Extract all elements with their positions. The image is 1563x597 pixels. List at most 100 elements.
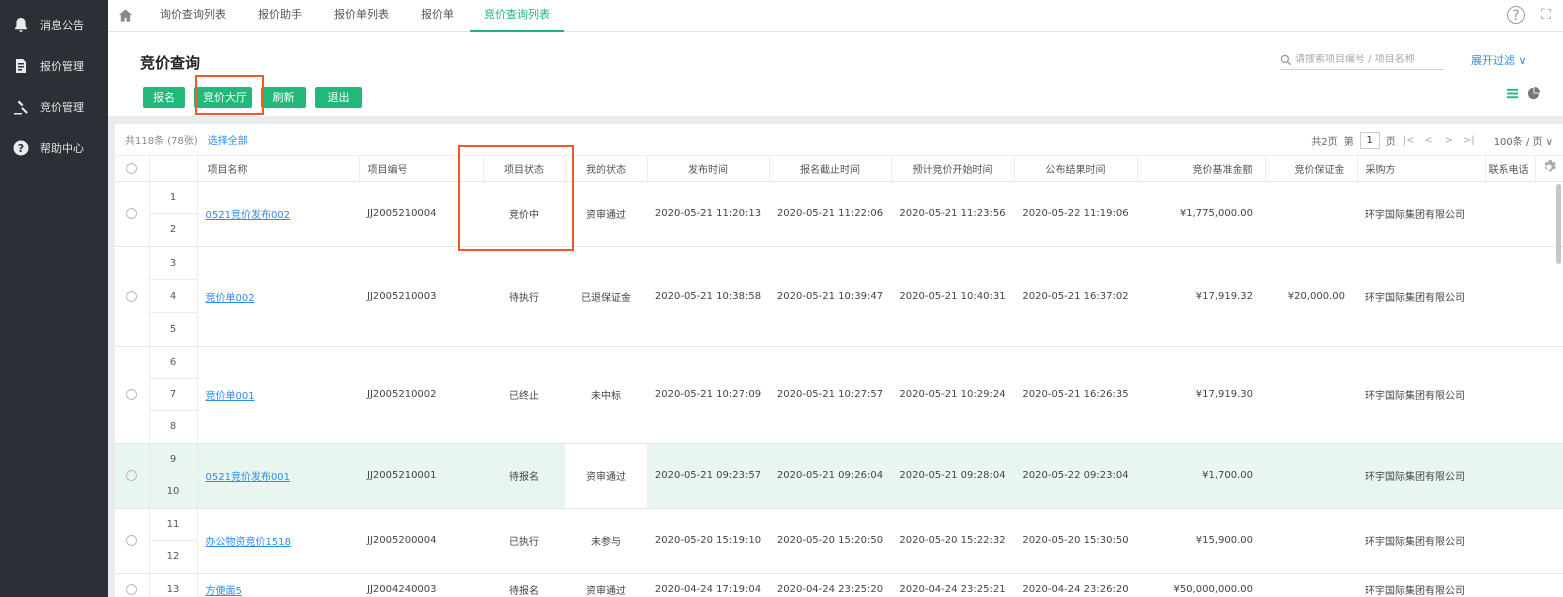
empty-cell <box>1535 346 1563 444</box>
col-header-deposit[interactable]: 竞价保证金 <box>1265 156 1358 182</box>
expected-start-cell: 2020-05-20 15:22:32 <box>891 508 1014 574</box>
row-number: 5 <box>169 323 177 335</box>
row-number-cell: 6 7 8 <box>148 346 198 444</box>
col-header-base-amount[interactable]: 竞价基准金额 <box>1137 156 1266 182</box>
last-page-icon[interactable]: >| <box>1462 135 1476 146</box>
next-page-icon[interactable]: > <box>1442 135 1456 146</box>
col-header-buyer[interactable]: 采购方 <box>1357 156 1486 182</box>
row-radio[interactable] <box>126 290 138 302</box>
project-code-cell: JJ2004240003 <box>359 573 483 597</box>
svg-text:?: ? <box>18 142 24 155</box>
project-name-link[interactable]: 竞价单001 <box>206 391 255 402</box>
tab-quote-sheet[interactable]: 报价单 <box>405 0 470 32</box>
row-radio[interactable] <box>126 584 138 595</box>
tab-bid-query-list[interactable]: 竞价查询列表 <box>470 0 564 32</box>
row-radio[interactable] <box>126 535 138 546</box>
row-radio[interactable] <box>126 208 138 219</box>
col-header-expected-start[interactable]: 预计竞价开始时间 <box>891 156 1015 182</box>
publish-time-cell: 2020-05-20 15:19:10 <box>647 508 769 574</box>
signup-deadline-cell: 2020-05-21 10:27:57 <box>769 346 891 444</box>
row-number-cell: 13 <box>148 573 198 597</box>
my-status-cell: 未中标 <box>565 346 647 444</box>
expected-start-cell: 2020-05-21 10:40:31 <box>891 246 1014 347</box>
search-box <box>1280 50 1444 70</box>
table-row[interactable]: 1 2 0521竞价发布002 JJ2005210004 竞价中 资审通过 20… <box>115 181 1563 247</box>
gear-icon[interactable] <box>1542 159 1556 174</box>
project-name-link[interactable]: 竞价单002 <box>206 293 255 304</box>
project-status-cell: 待报名 <box>483 573 565 597</box>
base-amount-cell: ¥17,919.30 <box>1137 346 1265 444</box>
gavel-icon <box>12 98 30 116</box>
result-time-cell: 2020-05-22 11:19:06 <box>1014 181 1137 247</box>
project-name-link[interactable]: 0521竞价发布001 <box>206 472 291 483</box>
vertical-scrollbar[interactable] <box>1556 184 1561 264</box>
search-input[interactable] <box>1295 54 1440 65</box>
exit-button[interactable]: 退出 <box>315 87 362 108</box>
sidebar-item-bid-management[interactable]: 竞价管理 <box>0 86 108 127</box>
page-number-input[interactable]: 1 <box>1359 132 1380 149</box>
row-number: 1 <box>150 182 196 214</box>
row-radio[interactable] <box>126 389 138 400</box>
deposit-cell <box>1265 443 1357 509</box>
row-number-cell: 9 10 <box>148 443 198 509</box>
phone-cell <box>1485 246 1535 347</box>
sidebar-item-label: 帮助中心 <box>40 141 84 155</box>
tab-quote-assistant[interactable]: 报价助手 <box>242 0 318 32</box>
home-icon[interactable] <box>118 8 134 24</box>
help-circle-icon[interactable]: ? <box>1507 6 1525 24</box>
col-header-result-time[interactable]: 公布结果时间 <box>1014 156 1138 182</box>
row-number: 11 <box>150 509 196 541</box>
col-header-name[interactable]: 项目名称 <box>197 156 360 182</box>
chart-view-icon[interactable] <box>1527 87 1540 100</box>
expand-filter-link[interactable]: 展开过滤 ∨ <box>1471 52 1527 68</box>
select-all-link[interactable]: 选择全部 <box>208 132 248 147</box>
expected-start-cell: 2020-04-24 23:25:21 <box>891 573 1014 597</box>
row-number: 13 <box>166 583 180 595</box>
bid-hall-button[interactable]: 竞价大厅 <box>194 87 252 108</box>
project-name-link[interactable]: 方便面5 <box>206 586 242 597</box>
page-prefix: 第 <box>1343 137 1354 148</box>
table-row[interactable]: 6 7 8 竞价单001 JJ2005210002 已终止 未中标 2020-0… <box>115 346 1563 444</box>
refresh-button[interactable]: 刷新 <box>261 87 306 108</box>
fullscreen-icon[interactable]: ⛶ <box>1537 6 1555 24</box>
row-radio[interactable] <box>126 470 138 481</box>
col-header-signup-deadline[interactable]: 报名截止时间 <box>769 156 892 182</box>
list-view-icon[interactable] <box>1506 87 1519 100</box>
project-code-cell: JJ2005200004 <box>359 508 483 574</box>
col-header-my-status[interactable]: 我的状态 <box>565 156 648 182</box>
table-row[interactable]: 3 4 5 竞价单002 JJ2005210003 待执行 已退保证金 2020… <box>115 246 1563 347</box>
document-icon <box>12 57 30 75</box>
page-size-select[interactable]: 100条 / 页 ∨ <box>1494 133 1553 148</box>
select-all-radio[interactable] <box>126 162 138 174</box>
publish-time-cell: 2020-05-21 10:38:58 <box>647 246 769 347</box>
table-row-hovered[interactable]: 9 10 0521竞价发布001 JJ2005210001 待报名 资审通过 2… <box>115 443 1563 509</box>
bid-table: 项目名称 项目编号 项目状态 我的状态 发布时间 报名截止时间 预计竞价开始时间… <box>115 156 1563 597</box>
tab-quote-sheet-list[interactable]: 报价单列表 <box>318 0 405 32</box>
first-page-icon[interactable]: |< <box>1402 135 1416 146</box>
table-row[interactable]: 11 12 办公物资竞价1518 JJ2005200004 已执行 未参与 20… <box>115 508 1563 574</box>
project-name-link[interactable]: 0521竞价发布002 <box>206 210 291 221</box>
tab-inquiry-query-list[interactable]: 询价查询列表 <box>144 0 242 32</box>
sidebar-item-notices[interactable]: 消息公告 <box>0 4 108 45</box>
project-status-cell: 竞价中 <box>483 181 565 247</box>
publish-time-cell: 2020-05-21 10:27:09 <box>647 346 769 444</box>
prev-page-icon[interactable]: < <box>1422 135 1436 146</box>
pagination: 共2页 第 1 页 |< < > >| 100条 / 页 ∨ <box>1311 132 1553 149</box>
col-header-code[interactable]: 项目编号 <box>359 156 484 182</box>
project-code-cell: JJ2005210002 <box>359 346 483 444</box>
sidebar-item-quote-management[interactable]: 报价管理 <box>0 45 108 86</box>
col-header-status[interactable]: 项目状态 <box>483 156 566 182</box>
project-status-cell: 待执行 <box>483 246 565 347</box>
deposit-cell <box>1265 181 1357 247</box>
signup-button[interactable]: 报名 <box>143 87 185 108</box>
project-name-cell: 0521竞价发布002 <box>197 181 359 247</box>
col-header-phone[interactable]: 联系电话 <box>1485 156 1536 182</box>
phone-cell <box>1485 181 1535 247</box>
col-header-publish-time[interactable]: 发布时间 <box>647 156 770 182</box>
sidebar-item-help-center[interactable]: ? 帮助中心 <box>0 127 108 168</box>
table-row[interactable]: 13 方便面5 JJ2004240003 待报名 资审通过 2020-04-24… <box>115 573 1563 597</box>
topbar-tools: ? ⛶ <box>1507 6 1555 24</box>
project-name-link[interactable]: 办公物资竞价1518 <box>206 537 291 548</box>
signup-deadline-cell: 2020-05-21 11:22:06 <box>769 181 891 247</box>
result-time-cell: 2020-04-24 23:26:20 <box>1014 573 1137 597</box>
